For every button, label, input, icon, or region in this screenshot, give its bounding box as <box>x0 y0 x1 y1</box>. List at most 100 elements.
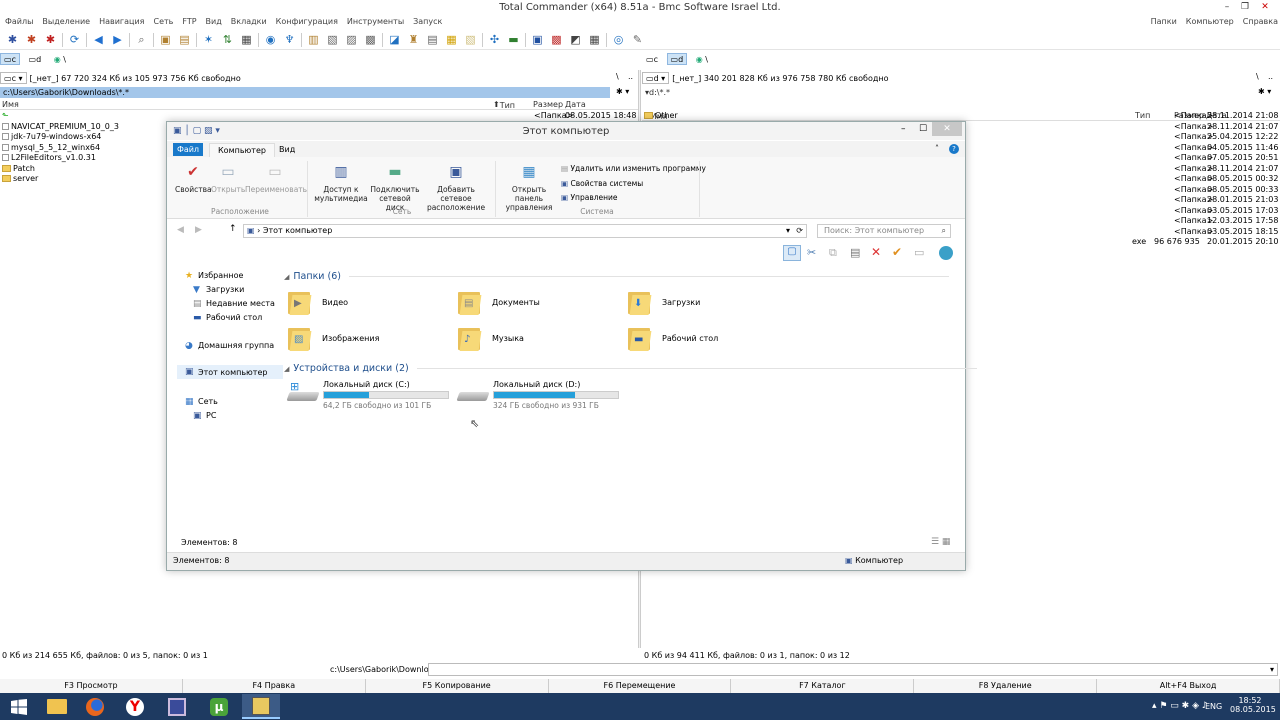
nav-desktop[interactable]: ▬ Рабочий стол <box>193 313 262 322</box>
explorer-close-button[interactable]: ✕ <box>932 122 962 136</box>
table-row[interactable]: ⬑ <Папка> 08.05.2015 18:48 <box>0 111 638 122</box>
up-button[interactable]: .. <box>1268 72 1273 81</box>
properties-button[interactable]: ✔ Свойства <box>175 162 212 195</box>
yandex-task[interactable]: Y <box>116 694 154 719</box>
layout-icon[interactable]: ▢ <box>783 245 801 261</box>
left-path[interactable]: c:\Users\Gaborik\Downloads\*.* <box>0 87 610 98</box>
gear-icon[interactable]: ✱ <box>6 33 20 47</box>
cut-icon[interactable]: ✂ <box>807 246 816 259</box>
fkey-button[interactable]: F3 Просмотр <box>0 679 183 693</box>
monitor-icon[interactable]: ▬ <box>507 33 521 47</box>
menu-item[interactable]: FTP <box>182 17 196 26</box>
language-indicator[interactable]: ENG <box>1205 702 1222 711</box>
clock[interactable]: 18:52 08.05.2015 <box>1230 696 1276 714</box>
folder-tile[interactable]: ▤ Документы <box>458 289 540 315</box>
folder-tile[interactable]: ♪ Музыка <box>458 325 524 351</box>
right-drive-c-button[interactable]: ▭ c <box>642 53 662 65</box>
drives-section-header[interactable]: ◢ Устройства и диски (2) <box>284 363 977 374</box>
root-button[interactable]: \ <box>616 72 619 81</box>
refresh-icon[interactable]: ⟳ <box>68 33 82 47</box>
move-icon[interactable]: ▩ <box>364 33 378 47</box>
menu-item[interactable]: Вкладки <box>231 17 267 26</box>
edit-icon[interactable]: ▧ <box>326 33 340 47</box>
nav-favorites[interactable]: ★ Избранное <box>185 271 243 280</box>
rename-icon[interactable]: ▭ <box>914 246 924 259</box>
tray-icons[interactable]: ▴ ⚑ ▭ ✱ ◈ ♪ <box>1152 701 1208 711</box>
gear3-icon[interactable]: ✱ <box>44 33 58 47</box>
uninstall-link[interactable]: ▤ Удалить или изменить программу <box>561 162 706 177</box>
utorrent-task[interactable]: μ <box>200 694 238 719</box>
explorer-minimize-button[interactable]: – <box>901 124 906 134</box>
close-button[interactable]: ✕ <box>1258 1 1272 13</box>
menu-item[interactable]: Папки <box>1151 17 1177 26</box>
menu-item[interactable]: Запуск <box>413 17 442 26</box>
help-icon[interactable]: ✎ <box>631 33 645 47</box>
right-drive-net-button[interactable]: ◉ \ <box>692 53 712 65</box>
left-drive-net-button[interactable]: ◉ \ <box>50 53 70 65</box>
nav-network[interactable]: ▦ Сеть <box>185 397 218 406</box>
totalcmd-task[interactable] <box>242 694 280 719</box>
sync-icon[interactable]: ⇅ <box>221 33 235 47</box>
folder-tile[interactable]: ▶ Видео <box>288 289 348 315</box>
menu-item[interactable]: Конфигурация <box>276 17 338 26</box>
forward-icon[interactable]: ▶ <box>111 33 125 47</box>
media-access-button[interactable]: ▥ Доступ к мультимедиа <box>313 162 369 204</box>
notes2-icon[interactable]: ▧ <box>464 33 478 47</box>
tab-file[interactable]: Файл <box>173 143 203 156</box>
back-icon[interactable]: ◀ <box>92 33 106 47</box>
paste-icon[interactable]: ▤ <box>850 246 860 259</box>
right-path[interactable]: ▾d:\*.* <box>642 87 1252 98</box>
drive-tile[interactable]: ⊞ Локальный диск (C:) 64,2 ГБ свободно из … <box>286 380 449 410</box>
nav-pc[interactable]: ▣ PC <box>193 411 216 420</box>
map-drive-button[interactable]: ▬ Подключить сетевой диск <box>369 162 421 213</box>
left-history-icons[interactable]: ✱ ▾ <box>616 87 629 96</box>
ribbon-collapse-icon[interactable]: ˄ <box>935 144 939 153</box>
compare-icon[interactable]: ✶ <box>202 33 216 47</box>
pack-icon[interactable]: ▣ <box>159 33 173 47</box>
menu-item[interactable]: Выделение <box>42 17 90 26</box>
find-icon[interactable]: ▦ <box>445 33 459 47</box>
chevron-down-icon[interactable]: ▾ <box>786 225 790 237</box>
delete-icon[interactable]: ✕ <box>871 245 881 259</box>
globe2-icon[interactable]: ◩ <box>569 33 583 47</box>
view-toggle-icons[interactable]: ☰ ▦ <box>931 537 950 547</box>
fkey-button[interactable]: F7 Каталог <box>731 679 915 693</box>
col-size[interactable]: Размер <box>533 100 563 109</box>
fkey-button[interactable]: F6 Перемещение <box>548 679 732 693</box>
drive-tile[interactable]: Локальный диск (D:) 324 ГБ свободно из 93… <box>456 380 619 410</box>
unpack-icon[interactable]: ▤ <box>178 33 192 47</box>
refresh-icon[interactable]: ⟳ <box>796 225 803 237</box>
menu-item[interactable]: Компьютер <box>1186 17 1234 26</box>
chevron-down-icon[interactable]: ▾ <box>1270 665 1274 674</box>
globe-icon[interactable]: ◎ <box>612 33 626 47</box>
explorer-task[interactable] <box>38 694 76 719</box>
left-drive-select[interactable]: ▭ c ▾ <box>0 72 27 84</box>
fkey-button[interactable]: F5 Копирование <box>365 679 549 693</box>
cmdline-input[interactable]: ▾ <box>428 663 1278 676</box>
explorer-maximize-button[interactable]: ☐ <box>919 124 927 134</box>
col-name[interactable]: Имя <box>2 100 19 109</box>
nav-homegroup[interactable]: ◕ Домашняя группа <box>185 341 274 350</box>
left-drive-d-button[interactable]: ▭ d <box>25 53 46 65</box>
nav-downloads[interactable]: ▼ Загрузки <box>193 285 244 294</box>
help-icon[interactable]: ? <box>949 144 959 154</box>
col-date[interactable]: Дата <box>565 100 586 109</box>
copy-icon[interactable]: ⧉ <box>829 246 837 260</box>
nav-recent[interactable]: ▤ Недавние места <box>193 299 275 308</box>
up-icon[interactable]: ↑ <box>229 224 237 234</box>
zoom-icon[interactable]: ⌕ <box>135 33 149 47</box>
open-button[interactable]: ▭ Открыть <box>211 162 245 195</box>
table-row[interactable]: Other <Папка> 28.11.2014 21:08 <box>642 111 1280 122</box>
view-icon[interactable]: ▥ <box>307 33 321 47</box>
delete-icon[interactable]: ♜ <box>407 33 421 47</box>
menu-item[interactable]: Справка <box>1243 17 1278 26</box>
menu-item[interactable]: Вид <box>206 17 222 26</box>
gear2-icon[interactable]: ✱ <box>25 33 39 47</box>
folder-tile[interactable]: ▨ Изображения <box>288 325 379 351</box>
folder-tile[interactable]: ⬇ Загрузки <box>628 289 700 315</box>
network-icon[interactable]: ✣ <box>488 33 502 47</box>
col-ext[interactable]: ⬆ Тип <box>493 100 515 110</box>
menu-item[interactable]: Сеть <box>153 17 173 26</box>
right-drive-d-button[interactable]: ▭ d <box>666 53 688 65</box>
mkdir-icon[interactable]: ◪ <box>388 33 402 47</box>
